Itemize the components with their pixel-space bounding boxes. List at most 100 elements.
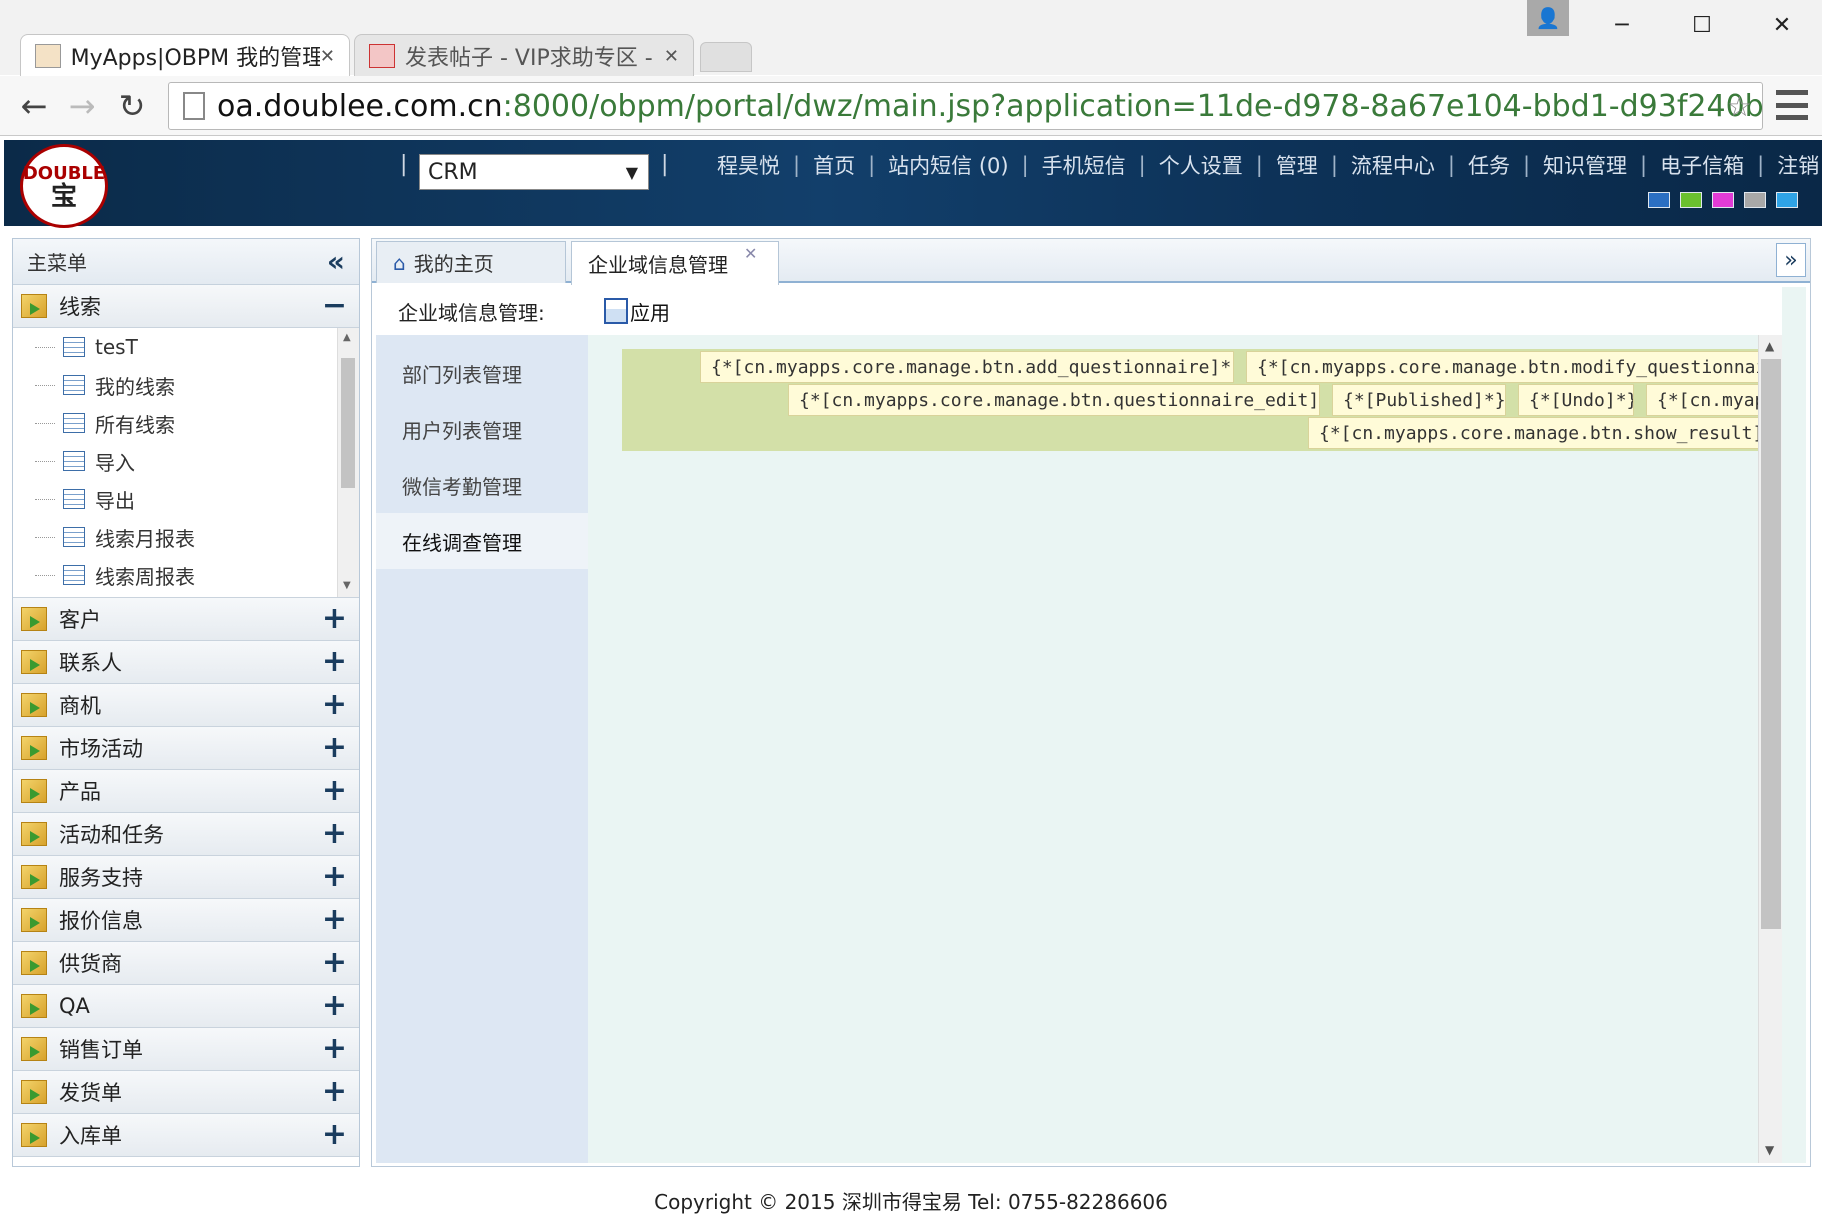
sidebar-section[interactable]: 报价信息 +	[13, 899, 359, 942]
nav-tasks[interactable]: 任务	[1455, 150, 1523, 180]
nav-user[interactable]: 程昊悦	[704, 150, 793, 180]
grid-icon	[63, 565, 85, 585]
expand-icon[interactable]: +	[322, 733, 347, 763]
tree-item[interactable]: 线索月报表	[13, 518, 359, 556]
browser-tab-active[interactable]: MyApps|OBPM 我的管理 ✕	[20, 34, 350, 77]
browser-tab-inactive[interactable]: 发表帖子 - VIP求助专区 - ✕	[354, 34, 694, 77]
theme-purple-swatch[interactable]	[1712, 192, 1734, 208]
expand-icon[interactable]: +	[322, 948, 347, 978]
tab-home[interactable]: ⌂ 我的主页	[376, 241, 566, 283]
tree-item[interactable]: 导入	[13, 442, 359, 480]
expand-icon[interactable]: +	[322, 1120, 347, 1150]
module-select[interactable]: CRM ▼	[419, 154, 649, 190]
close-icon[interactable]: ✕	[1742, 0, 1822, 50]
submenu-item-users[interactable]: 用户列表管理	[376, 401, 588, 457]
reload-icon[interactable]: ↻	[112, 86, 152, 126]
tab-close-icon[interactable]: ✕	[320, 46, 335, 67]
collapse-sidebar-icon[interactable]: «	[327, 245, 345, 278]
sidebar-section-clues[interactable]: 线索 −	[13, 285, 359, 328]
save-icon[interactable]	[604, 298, 628, 324]
expand-icon[interactable]: +	[322, 1034, 347, 1064]
scroll-up-icon[interactable]: ▲	[1765, 339, 1774, 353]
tab-enterprise-info[interactable]: 企业域信息管理 ✕	[571, 241, 779, 285]
modify-questionnaire-button[interactable]: {*[cn.myapps.core.manage.btn.modify_ques…	[1246, 351, 1770, 383]
sidebar-section[interactable]: QA +	[13, 985, 359, 1028]
sidebar-section[interactable]: 入库单 +	[13, 1114, 359, 1157]
tree-scrollbar[interactable]: ▲ ▼	[337, 328, 359, 597]
theme-switcher	[1648, 192, 1798, 208]
nav-logout[interactable]: 注销	[1764, 150, 1822, 180]
bookmark-star-icon[interactable]: ☆	[1727, 90, 1752, 123]
forward-icon[interactable]: →	[62, 86, 102, 126]
tree-item[interactable]: 我的线索	[13, 366, 359, 404]
theme-green-swatch[interactable]	[1680, 192, 1702, 208]
sidebar-section[interactable]: 商机 +	[13, 684, 359, 727]
sidebar-section[interactable]: 销售订单 +	[13, 1028, 359, 1071]
tree-item[interactable]: 所有线索	[13, 404, 359, 442]
new-tab-button[interactable]	[700, 42, 752, 72]
sidebar-section[interactable]: 联系人 +	[13, 641, 359, 684]
expand-icon[interactable]: +	[322, 604, 347, 634]
sidebar-section[interactable]: 客户 +	[13, 598, 359, 641]
tab-close-icon[interactable]: ✕	[664, 46, 679, 67]
tree-item[interactable]: 线索周报表	[13, 556, 359, 594]
sidebar-section[interactable]: 供货商 +	[13, 942, 359, 985]
submenu-item-wechat-attendance[interactable]: 微信考勤管理	[376, 457, 588, 513]
theme-blue-swatch[interactable]	[1648, 192, 1670, 208]
scrollbar-thumb[interactable]	[1761, 359, 1781, 929]
sidebar-section[interactable]: 产品 +	[13, 770, 359, 813]
collapse-icon[interactable]: −	[322, 291, 347, 321]
delete-button[interactable]: {*[cn.myapps.core.manage.btn.delete]*}	[1646, 384, 1770, 416]
tab-list-icon[interactable]: »	[1776, 243, 1806, 277]
nav-sms[interactable]: 手机短信	[1029, 150, 1139, 180]
browser-menu-icon[interactable]	[1776, 90, 1808, 120]
submenu-item-departments[interactable]: 部门列表管理	[376, 345, 588, 401]
nav-workflow[interactable]: 流程中心	[1338, 150, 1448, 180]
sidebar-section[interactable]: 服务支持 +	[13, 856, 359, 899]
sidebar-section[interactable]: 发货单 +	[13, 1071, 359, 1114]
scroll-up-icon[interactable]: ▲	[343, 332, 351, 343]
expand-icon[interactable]: +	[322, 819, 347, 849]
theme-lightblue-swatch[interactable]	[1776, 192, 1798, 208]
sidebar-section[interactable]: 活动和任务 +	[13, 813, 359, 856]
expand-icon[interactable]: +	[322, 1077, 347, 1107]
scrollbar-thumb[interactable]	[341, 358, 355, 488]
published-button[interactable]: {*[Published]*}	[1332, 384, 1506, 416]
tab-favicon-icon	[35, 44, 61, 68]
tree-item[interactable]: tesT	[13, 328, 359, 366]
expand-icon[interactable]: +	[322, 776, 347, 806]
apply-button[interactable]: 应用	[630, 297, 670, 326]
nav-email[interactable]: 电子信箱	[1647, 150, 1757, 180]
expand-icon[interactable]: +	[322, 862, 347, 892]
address-bar[interactable]: oa.doublee.com.cn:8000/obpm/portal/dwz/m…	[168, 82, 1763, 130]
tree-item-label: 线索周报表	[95, 564, 195, 589]
minimize-icon[interactable]: ─	[1582, 0, 1662, 50]
tree-item[interactable]: 导出	[13, 480, 359, 518]
expand-icon[interactable]: +	[322, 905, 347, 935]
tree-item-label: 导出	[95, 488, 135, 513]
scroll-down-icon[interactable]: ▼	[343, 580, 351, 591]
nav-settings[interactable]: 个人设置	[1146, 150, 1256, 180]
questionnaire-edit-button[interactable]: {*[cn.myapps.core.manage.btn.questionnai…	[788, 384, 1320, 416]
expand-icon[interactable]: +	[322, 991, 347, 1021]
add-questionnaire-button[interactable]: {*[cn.myapps.core.manage.btn.add_questio…	[700, 351, 1234, 383]
back-icon[interactable]: ←	[14, 86, 54, 126]
tab-close-icon[interactable]: ✕	[744, 244, 757, 263]
nav-admin[interactable]: 管理	[1263, 150, 1331, 180]
theme-gray-swatch[interactable]	[1744, 192, 1766, 208]
header-separator: |	[400, 152, 408, 177]
profile-icon[interactable]: 👤	[1527, 0, 1569, 36]
expand-icon[interactable]: +	[322, 690, 347, 720]
nav-knowledge[interactable]: 知识管理	[1530, 150, 1640, 180]
submenu-item-online-survey[interactable]: 在线调查管理	[376, 513, 588, 569]
expand-icon[interactable]: +	[322, 647, 347, 677]
scroll-down-icon[interactable]: ▼	[1765, 1143, 1774, 1157]
maximize-icon[interactable]: ☐	[1662, 0, 1742, 50]
sidebar-section[interactable]: 市场活动 +	[13, 727, 359, 770]
content-scrollbar[interactable]: ▲ ▼	[1758, 335, 1782, 1163]
company-logo: DOUBLE 宝	[20, 144, 108, 228]
undo-button[interactable]: {*[Undo]*}	[1518, 384, 1634, 416]
show-result-button[interactable]: {*[cn.myapps.core.manage.btn.show_result…	[1308, 417, 1770, 449]
nav-messages[interactable]: 站内短信 (0)	[875, 150, 1021, 180]
nav-home[interactable]: 首页	[800, 150, 868, 180]
